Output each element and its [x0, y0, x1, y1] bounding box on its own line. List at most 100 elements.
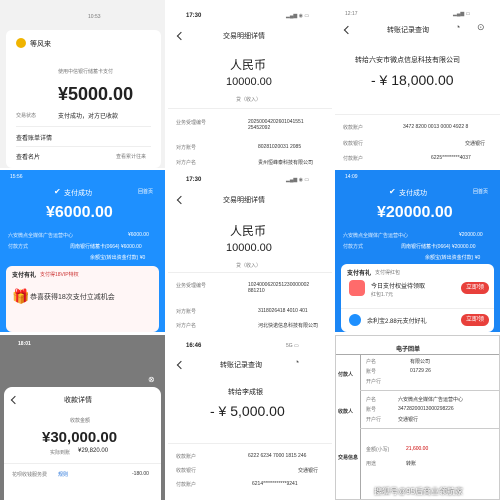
row-label: 对方户名	[176, 323, 197, 329]
status-time: 18:01	[18, 341, 31, 347]
row-label: 付款账户	[176, 482, 197, 488]
gift-icon: 🎁	[12, 288, 30, 304]
row-value: 01729 26	[410, 368, 431, 374]
status-icons: ▂▄▆ ◉ ▭	[286, 177, 310, 183]
row-label: 对方户名	[176, 160, 197, 166]
close-icon[interactable]: ⊗	[148, 375, 155, 384]
back-icon[interactable]	[176, 360, 186, 370]
fee-rules-link[interactable]: 规则	[58, 471, 68, 478]
row-label: 户名	[366, 359, 377, 365]
panel-e-receipt: 电子回单 付款人 收款人 交易信息 户名 有限公司 账号 01729 26 开户…	[335, 335, 500, 500]
direction: 贷（收入）	[236, 97, 262, 103]
status-icons: ▂▄▆ ◉ ▭	[286, 13, 310, 19]
side-label: 付款人	[338, 372, 354, 378]
more-icon[interactable]: ⊙	[477, 22, 485, 33]
row-value: 贵州恒峰泰科技有限公司	[258, 160, 314, 166]
payment-method: 使用中信银行储蓄卡支付	[58, 69, 114, 75]
row-label: 收款银行	[343, 141, 364, 147]
row-label: 业务受理编号	[176, 283, 207, 289]
row-label: 金额(小写)	[366, 447, 390, 453]
back-icon[interactable]	[176, 195, 186, 205]
row-value: 6225*********4037	[431, 155, 471, 161]
promo-title: 支付有礼	[12, 273, 37, 279]
success-icon: ✔	[54, 187, 61, 196]
status-time: 16:46	[186, 343, 202, 349]
fee-label: 花呗收钱服务费	[12, 472, 48, 478]
row-value: 河北快诺信息科技有限公司	[258, 323, 319, 329]
status-time: 17:30	[186, 13, 202, 19]
amount: - ¥ 18,000.00	[371, 72, 454, 88]
promo-card[interactable]: 支付有礼 支付得18VIP特权 🎁 恭喜获得18次支付立减机会	[6, 266, 159, 332]
row-value: 3118026418 4010 401	[258, 308, 308, 314]
row-label: 业务受理编号	[176, 120, 207, 126]
panel-wechat-payment: 10:53 等风来 使用中信银行储蓄卡支付 ¥5000.00 交易状态 支付成功…	[0, 0, 165, 168]
settled-amount: ¥29,820.00	[78, 448, 109, 454]
row-value: 交通银行	[398, 417, 419, 423]
back-icon[interactable]	[176, 31, 186, 41]
header-link[interactable]: 回首页	[473, 188, 488, 195]
row-value: 六安微点全媒体广告运营中心	[398, 397, 464, 403]
history-icon[interactable]: ◔	[455, 22, 460, 32]
promo-card: 支付有礼 支付得红包 今日支付权益待领取 红包1.7元 立即领 余利宝2.88元…	[341, 264, 494, 332]
yulibao-icon	[349, 314, 361, 326]
amount-label: 收款金额	[70, 418, 91, 424]
row-value: 20250004202601041551 25452092	[248, 119, 304, 131]
status-time: 17:30	[186, 177, 202, 183]
success-icon: ✔	[389, 187, 396, 196]
amount: ¥6000.00	[46, 204, 113, 221]
currency: 人民币	[230, 224, 267, 238]
red-envelope-icon	[349, 280, 365, 296]
panel-bank-detail-1: 17:30 ▂▄▆ ◉ ▭ 交易明细详情 人民币 10000.00 贷（收入） …	[168, 0, 332, 168]
amount: ¥30,000.00	[42, 429, 118, 446]
claim-button[interactable]: 立即领	[461, 282, 489, 294]
panel-receipt-detail: 18:01 ⊗ 收款详情 收款金额 ¥30,000.00 实际到账 ¥29,82…	[0, 335, 165, 500]
history-icon[interactable]: ◔	[294, 357, 299, 367]
status-time: 12:17	[345, 11, 358, 17]
side-label: 收款人	[338, 409, 354, 415]
back-icon[interactable]	[10, 395, 20, 405]
promo-item: 今日支付权益待领取	[371, 284, 426, 290]
promo-item-sub: 红包1.7元	[371, 292, 393, 298]
row-value: ¥6000.00	[128, 232, 149, 238]
view-history-link[interactable]: 查看累计往来	[116, 153, 146, 160]
claim-button-2[interactable]: 立即领	[461, 314, 489, 326]
row-label: 六安微点全媒体广告运营中心	[8, 233, 74, 239]
promo2-text: 余利宝2.88元支付好礼	[367, 319, 427, 325]
row-value: 6222 6234 7000 1815 246	[248, 453, 307, 459]
row-value: 交通银行	[298, 468, 319, 474]
row-label: 付款方式	[343, 244, 364, 250]
page-title: 收款详情	[64, 397, 92, 404]
back-icon[interactable]	[343, 25, 353, 35]
page-title: 交易明细详情	[223, 33, 265, 40]
amount: 10000.00	[226, 76, 272, 88]
page-title: 转账记录查询	[387, 27, 429, 34]
watermark: 搜狐号@95后商业领航家	[374, 487, 464, 496]
settled-label: 实际到账	[50, 450, 71, 456]
row-value: 21,600.00	[406, 446, 429, 452]
row-value: ¥20000.00	[459, 232, 483, 238]
page-title: 转账记录查询	[220, 362, 262, 369]
row-label: 对方账号	[176, 145, 197, 151]
row-label: 开户行	[366, 379, 382, 385]
row-value: 有限公司	[410, 359, 431, 365]
payee: 转给李成银	[228, 389, 263, 396]
status-icons: 5G ▭	[286, 343, 299, 349]
view-bill-link[interactable]: 查看账单详情	[16, 133, 52, 142]
status-time: 15:56	[10, 174, 23, 180]
promo-text: 恭喜获得18次支付立减机会	[30, 294, 115, 301]
success-status: 支付成功	[399, 190, 427, 197]
panel-transfer-record-1: 12:17 ▂▄▆ ▭ 转账记录查询 ◔ ⊙ 转给六安市微点信息科技有限公司 -…	[335, 0, 500, 168]
header-link[interactable]: 回首页	[138, 188, 153, 195]
row-label: 开户行	[366, 417, 382, 423]
row-value: 余额宝(转出资金付款) ¥0	[425, 255, 481, 261]
row-label: 收款账户	[343, 125, 364, 131]
receipt-card: 收款详情 收款金额 ¥30,000.00 实际到账 ¥29,820.00 花呗收…	[4, 387, 161, 500]
row-value: 34728200013000298226	[398, 406, 454, 412]
row-label: 付款方式	[8, 244, 29, 250]
status-icons: ▂▄▆ ▭	[453, 11, 471, 17]
view-card-link[interactable]: 查看名片	[16, 152, 40, 161]
panel-bank-detail-2: 17:30 ▂▄▆ ◉ ▭ 交易明细详情 人民币 10000.00 贷（收入） …	[168, 170, 332, 332]
promo-title: 支付有礼	[347, 271, 372, 277]
fee-amount: -180.00	[132, 471, 149, 477]
promo-sub: 支付得红包	[375, 270, 401, 276]
